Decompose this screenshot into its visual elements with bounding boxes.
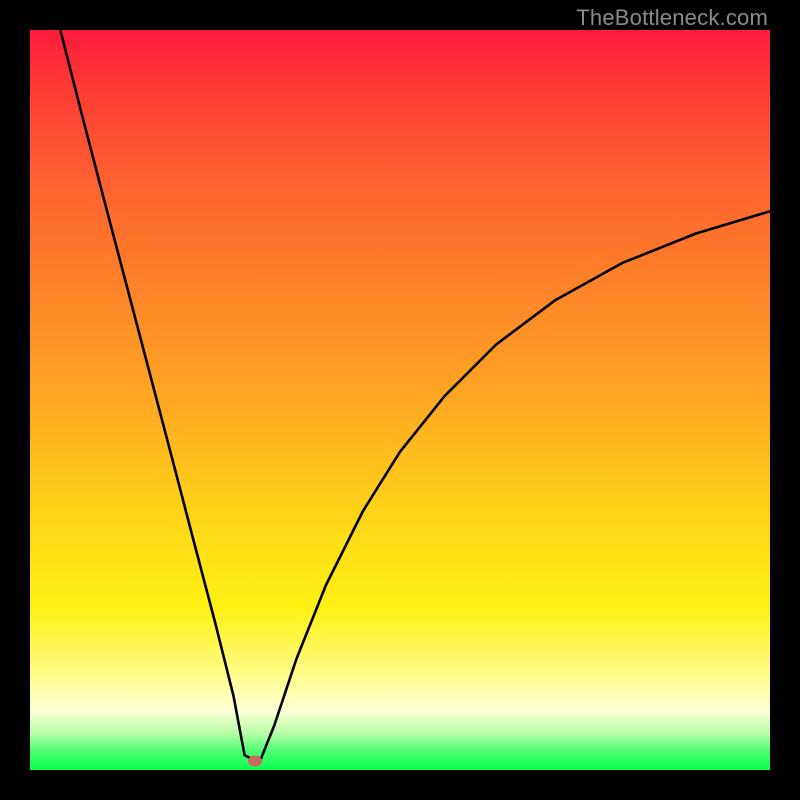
watermark-text: TheBottleneck.com <box>576 5 768 31</box>
bottleneck-curve <box>30 30 770 770</box>
chart-frame: TheBottleneck.com <box>0 0 800 800</box>
curve-path <box>60 30 770 763</box>
optimum-marker <box>248 756 262 767</box>
chart-plot-area <box>30 30 770 770</box>
